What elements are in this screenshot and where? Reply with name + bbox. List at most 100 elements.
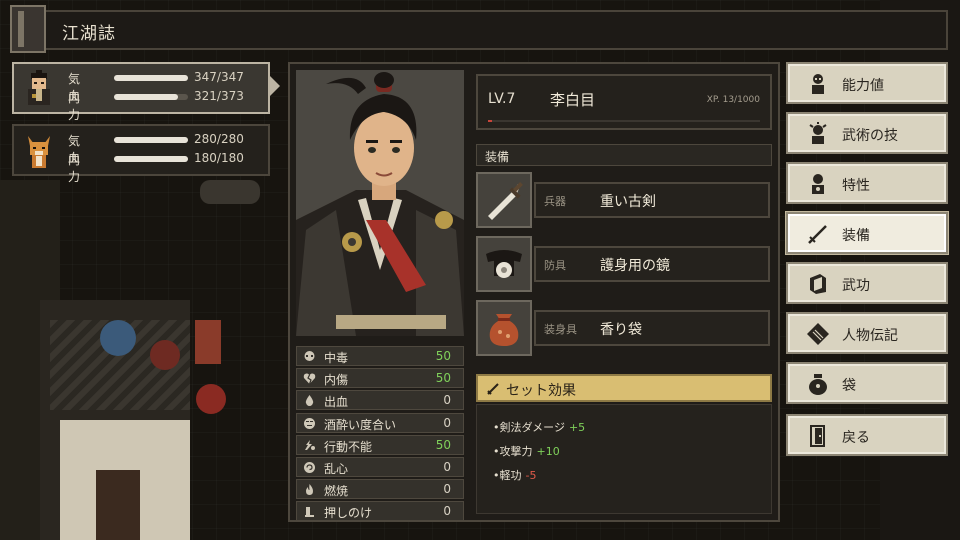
hp-bar <box>114 75 188 81</box>
equip-slot-armor[interactable]: 防具 護身用の鏡 <box>476 236 772 294</box>
xp-readout: XP. 13/1000 <box>706 95 760 105</box>
status-effect-name: 中毒 <box>324 351 349 365</box>
mp-label: 内力 <box>68 91 81 122</box>
weapon-slot-frame[interactable] <box>476 172 532 228</box>
status-effect-name: 押しのけ <box>324 506 373 521</box>
menu-label: 装備 <box>842 228 870 244</box>
status-effect-name: 乱心 <box>324 461 349 476</box>
accessory-slot-body[interactable]: 装身具 香り袋 <box>534 310 770 346</box>
mp-value: 180/180 <box>194 151 244 165</box>
xp-bar <box>488 120 760 122</box>
status-effect-value: 0 <box>443 459 451 474</box>
hero-portrait-icon <box>28 70 50 105</box>
status-effect-row: 燃焼 0 <box>296 479 464 500</box>
status-effect-row: 内傷 50 <box>296 368 464 389</box>
weapon-slot-body[interactable]: 兵器 重い古剣 <box>534 182 770 218</box>
menu-button-equipment[interactable]: 装備 <box>786 212 948 254</box>
set-effect-stat: •剣法ダメージ <box>493 421 565 434</box>
stun-icon <box>305 439 315 450</box>
status-effect-row: 押しのけ 0 <box>296 501 464 522</box>
martial-book-icon <box>810 274 826 294</box>
set-effect-line: •軽功 -5 <box>493 467 536 483</box>
scent-pouch-icon <box>489 314 519 346</box>
mp-bar <box>114 156 188 162</box>
set-effect-modifier: -5 <box>525 469 537 482</box>
bag-icon <box>809 374 827 395</box>
status-effect-row: 酒酔い度合い 0 <box>296 412 464 433</box>
broken-heart-icon <box>303 373 316 385</box>
menu-label: 武功 <box>842 278 870 294</box>
menu-button-back[interactable]: 戻る <box>786 414 948 456</box>
trait-icon <box>812 174 824 194</box>
sword-slash-icon <box>487 383 499 395</box>
skull-icon <box>304 351 315 361</box>
menu-button-martial-arts[interactable]: 武功 <box>786 262 948 304</box>
status-effect-row: 出血 0 <box>296 390 464 411</box>
martial-skill-icon <box>809 122 827 144</box>
drunk-face-icon <box>304 417 315 429</box>
equipment-header: 装備 <box>476 144 772 166</box>
fox-companion-portrait-icon <box>28 136 50 168</box>
status-effect-name: 行動不能 <box>324 439 373 454</box>
exit-door-icon <box>810 425 825 447</box>
hp-bar <box>114 137 188 143</box>
set-effect-modifier: +10 <box>536 445 560 458</box>
menu-button-stats[interactable]: 能力値 <box>786 62 948 104</box>
equip-slot-weapon[interactable]: 兵器 重い古剣 <box>476 172 772 230</box>
party-member-card[interactable]: 気血 347/347 内力 321/373 <box>12 62 270 122</box>
status-effect-name: 内傷 <box>324 373 349 388</box>
status-effect-row: 中毒 50 <box>296 346 464 366</box>
slot-item-name: 香り袋 <box>600 322 642 338</box>
character-level-box: LV.7 李白目 XP. 13/1000 <box>476 74 772 130</box>
hp-value: 280/280 <box>194 132 244 146</box>
sword-icon <box>488 182 523 220</box>
set-effect-stat: •軽功 <box>493 469 522 482</box>
character-level: LV.7 <box>488 91 516 107</box>
status-effect-value: 0 <box>443 393 451 408</box>
slot-type-label: 装身具 <box>544 323 577 336</box>
mp-bar <box>114 94 188 100</box>
character-portrait <box>296 70 464 336</box>
armor-slot-frame[interactable] <box>476 236 532 292</box>
status-effect-value: 0 <box>443 415 451 430</box>
menu-label: 戻る <box>842 430 870 446</box>
status-effect-row: 行動不能 50 <box>296 434 464 455</box>
armor-slot-body[interactable]: 防具 護身用の鏡 <box>534 246 770 282</box>
equipment-sword-icon <box>808 225 827 244</box>
status-effect-row: 乱心 0 <box>296 456 464 477</box>
set-effect-body: •剣法ダメージ +5 •攻撃力 +10 •軽功 -5 <box>476 404 772 514</box>
menu-button-traits[interactable]: 特性 <box>786 162 948 204</box>
menu-button-biography[interactable]: 人物伝記 <box>786 312 948 354</box>
menu-label: 武術の技 <box>842 128 898 144</box>
set-effect-line: •剣法ダメージ +5 <box>493 419 585 435</box>
menu-button-martial-skills[interactable]: 武術の技 <box>786 112 948 154</box>
mirror-armor-icon <box>486 250 522 278</box>
set-effect-stat: •攻撃力 <box>493 445 533 458</box>
blood-drop-icon <box>305 395 314 407</box>
slot-item-name: 重い古剣 <box>600 194 656 210</box>
accessory-slot-frame[interactable] <box>476 300 532 356</box>
menu-label: 人物伝記 <box>842 328 898 344</box>
slot-type-label: 防具 <box>544 259 566 272</box>
top-bar <box>22 10 948 50</box>
equip-slot-accessory[interactable]: 装身具 香り袋 <box>476 300 772 358</box>
mp-label: 内力 <box>68 153 81 184</box>
menu-button-bag[interactable]: 袋 <box>786 362 948 404</box>
confusion-icon <box>304 461 315 473</box>
character-name: 李白目 <box>550 91 596 109</box>
push-back-icon <box>305 507 314 518</box>
journal-book-icon[interactable] <box>10 5 46 53</box>
selected-arrow-icon <box>270 76 280 96</box>
menu-label: 袋 <box>842 378 856 394</box>
biography-icon <box>807 323 829 345</box>
status-effect-name: 酒酔い度合い <box>324 417 397 432</box>
menu-label: 能力値 <box>842 78 884 94</box>
status-effect-value: 0 <box>443 482 451 497</box>
set-effect-modifier: +5 <box>568 421 586 434</box>
person-stats-icon <box>812 74 824 94</box>
status-effect-value: 50 <box>435 437 451 452</box>
set-effect-line: •攻撃力 +10 <box>493 443 560 459</box>
set-effect-header: セット効果 <box>476 374 772 402</box>
party-member-card[interactable]: 気血 280/280 内力 180/180 <box>12 124 270 184</box>
status-effect-value: 50 <box>435 349 451 363</box>
